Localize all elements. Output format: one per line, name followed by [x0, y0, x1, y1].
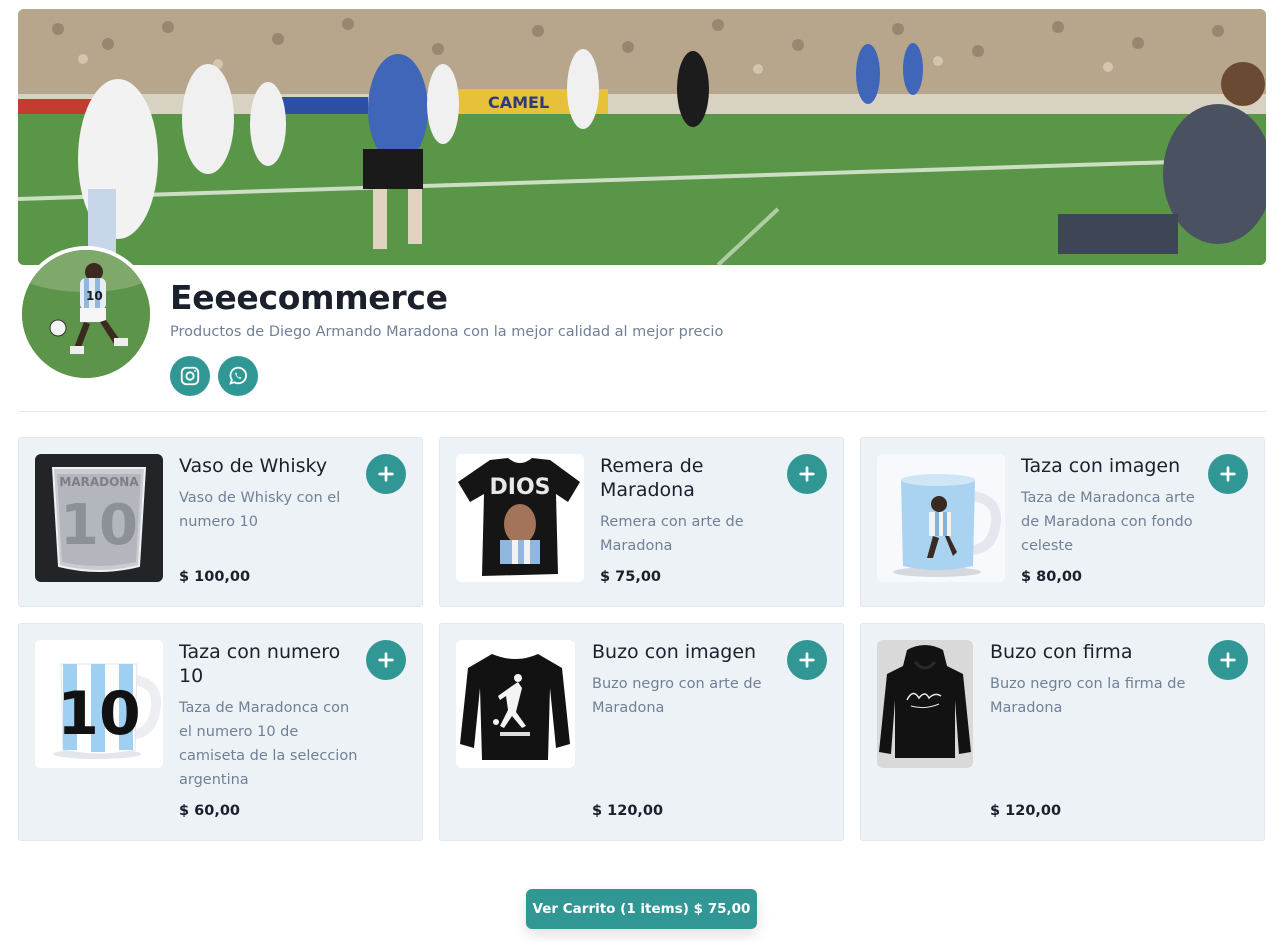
- whatsapp-icon: [227, 365, 249, 387]
- store-title: Eeeecommerce: [170, 278, 448, 317]
- product-price: $ 60,00: [179, 803, 241, 819]
- cover-banner: CAMEL: [18, 9, 1266, 265]
- product-name: Buzo con firma: [990, 641, 1133, 663]
- product-card: Taza con imagen Taza de Maradonca arte d…: [860, 437, 1265, 607]
- product-price: $ 100,00: [179, 569, 251, 585]
- product-price: $ 80,00: [1021, 569, 1083, 585]
- product-price: $ 75,00: [600, 569, 662, 585]
- product-image: [877, 454, 1005, 582]
- product-card: Buzo con firma Buzo negro con la firma d…: [860, 623, 1265, 841]
- plus-icon: [798, 651, 816, 669]
- add-to-cart-button[interactable]: [1208, 640, 1248, 680]
- store-avatar: 10: [18, 246, 154, 382]
- product-price: $ 120,00: [592, 803, 664, 819]
- add-to-cart-button[interactable]: [366, 454, 406, 494]
- product-description: Buzo negro con la firma de Maradona: [990, 676, 1186, 716]
- instagram-icon: [179, 365, 201, 387]
- product-card: MARADONA 10 Vaso de Whisky Vaso de Whisk…: [18, 437, 423, 607]
- product-image: 10: [35, 640, 163, 768]
- product-name: Vaso de Whisky: [179, 455, 328, 477]
- product-description: Taza de Maradonca con el numero 10 de ca…: [179, 700, 358, 788]
- add-to-cart-button[interactable]: [366, 640, 406, 680]
- add-to-cart-button[interactable]: [1208, 454, 1248, 494]
- whatsapp-button[interactable]: [218, 356, 258, 396]
- plus-icon: [377, 465, 395, 483]
- product-name: Taza con imagen: [1021, 455, 1181, 477]
- add-to-cart-button[interactable]: [787, 454, 827, 494]
- instagram-button[interactable]: [170, 356, 210, 396]
- product-card: 10 Taza con numero 10 Taza de Maradonca …: [18, 623, 423, 841]
- svg-text:DIOS: DIOS: [490, 475, 551, 500]
- product-card: DIOS Remera de Maradona Remera con arte …: [439, 437, 844, 607]
- svg-text:10: 10: [60, 493, 138, 558]
- svg-text:10: 10: [86, 289, 103, 303]
- svg-text:10: 10: [57, 679, 141, 749]
- product-image: MARADONA 10: [35, 454, 163, 582]
- product-description: Remera con arte de Maradona: [600, 514, 744, 554]
- plus-icon: [377, 651, 395, 669]
- view-cart-button[interactable]: Ver Carrito (1 items) $ 75,00: [526, 889, 757, 929]
- product-description: Taza de Maradonca arte de Maradona con f…: [1021, 490, 1195, 554]
- product-card: Buzo con imagen Buzo negro con arte de M…: [439, 623, 844, 841]
- plus-icon: [798, 465, 816, 483]
- product-image: [877, 640, 973, 768]
- add-to-cart-button[interactable]: [787, 640, 827, 680]
- product-description: Vaso de Whisky con el numero 10: [179, 490, 341, 530]
- store-subtitle: Productos de Diego Armando Maradona con …: [170, 324, 724, 340]
- product-image: [456, 640, 575, 768]
- product-name: Remera de Maradona: [600, 455, 704, 501]
- product-description: Buzo negro con arte de Maradona: [592, 676, 762, 716]
- svg-text:MARADONA: MARADONA: [59, 475, 139, 489]
- product-image: DIOS: [456, 454, 584, 582]
- plus-icon: [1219, 465, 1237, 483]
- plus-icon: [1219, 651, 1237, 669]
- product-price: $ 120,00: [990, 803, 1062, 819]
- product-name: Buzo con imagen: [592, 641, 757, 663]
- header-divider: [18, 411, 1266, 412]
- product-name: Taza con numero 10: [179, 641, 341, 687]
- billboard-text: CAMEL: [488, 93, 549, 112]
